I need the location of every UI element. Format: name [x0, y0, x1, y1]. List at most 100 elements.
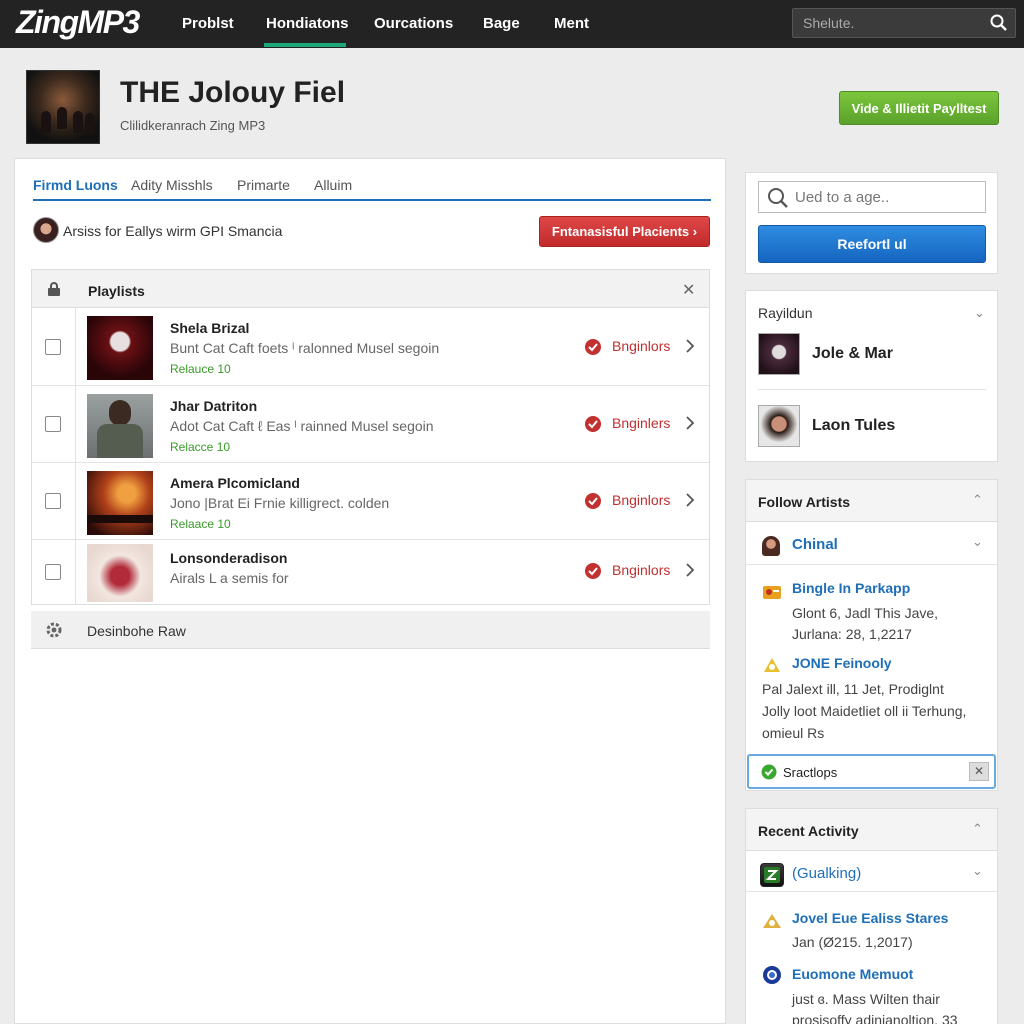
playlists-box: Playlists ✕ Shela Brizal Bunt Cat Caft f… — [31, 269, 710, 605]
avatar — [758, 405, 800, 447]
close-icon[interactable]: ✕ — [682, 280, 695, 300]
row-status-label: Bnginlers — [612, 415, 671, 431]
main-panel: Firmd Luons Adity Misshls Primarte Allui… — [14, 158, 726, 1024]
playlist-thumbnail — [87, 544, 153, 602]
add-playlist-button[interactable]: Vide & Illietit Paylltest — [839, 91, 999, 125]
chip-label: Sractlops — [783, 765, 838, 780]
nav-item-4[interactable]: Bage — [483, 15, 520, 32]
playlist-row[interactable]: Jhar Datriton Adot Cat Caft ℓ Eas ˡ rain… — [32, 386, 709, 463]
recent-item-line: Jan (Ø215. 1,2017) — [792, 934, 913, 950]
chevron-down-icon[interactable]: ⌄ — [972, 863, 983, 879]
follow-item-title[interactable]: JONE Feinooly — [792, 655, 892, 671]
row-checkbox[interactable] — [45, 493, 61, 509]
chevron-up-icon[interactable]: ⌃ — [972, 492, 983, 508]
checkbox-column — [32, 386, 76, 462]
page-title: THE Jolouy Fiel — [120, 76, 346, 109]
follow-lead-label: Chinal — [792, 536, 838, 553]
top-search-input[interactable] — [803, 14, 983, 32]
recent-item-line: just ɞ. Mass Wilten thair — [792, 991, 940, 1007]
playlist-meta: Relaace 10 — [170, 517, 231, 531]
playlist-row[interactable]: Amera Plcomicland Jono |Brat Ei Frnie ki… — [32, 463, 709, 540]
chevron-down-icon[interactable]: ⌄ — [972, 534, 983, 550]
globe-icon — [762, 965, 782, 984]
artist-line-text: Arsiss for Eallys wirm GPI Smancia — [63, 223, 283, 239]
playlist-desc: Jono |Brat Ei Frnie killigrect. colden — [170, 495, 390, 511]
search-icon — [767, 187, 789, 214]
search-submit-button[interactable]: Reefortl ul — [758, 225, 986, 263]
playlist-title[interactable]: Amera Plcomicland — [170, 475, 300, 491]
nav-item-5[interactable]: Ment — [554, 15, 589, 32]
row-status-label: Bnginlors — [612, 492, 671, 508]
chevron-up-icon[interactable]: ⌃ — [972, 821, 983, 837]
app-icon — [760, 863, 784, 887]
row-status-label: Bnginlors — [612, 338, 671, 354]
nav-item-2[interactable]: Hondiatons — [266, 15, 349, 32]
recent-lead-label: (Gualking) — [792, 865, 862, 882]
tab-1[interactable]: Firmd Luons — [33, 177, 118, 193]
avatar — [758, 333, 800, 375]
recent-item-title[interactable]: Euomone Memuot — [792, 966, 913, 982]
playlist-title[interactable]: Shela Brizal — [170, 320, 249, 336]
status-dot-icon — [584, 338, 602, 359]
close-icon[interactable]: ✕ — [969, 762, 989, 781]
person-item[interactable]: Jole & Mar — [758, 333, 986, 377]
chevron-right-icon[interactable] — [684, 492, 696, 513]
news-icon — [762, 911, 782, 929]
nav-item-3[interactable]: Ourcations — [374, 15, 453, 32]
status-dot-icon — [584, 415, 602, 436]
search-icon[interactable] — [989, 13, 1009, 38]
gear-icon — [45, 621, 63, 644]
follow-item-line: Jurlana: 28, 1,2217 — [792, 626, 912, 642]
playlist-title[interactable]: Jhar Datriton — [170, 398, 257, 414]
row-checkbox[interactable] — [45, 564, 61, 580]
tab-4[interactable]: Alluim — [314, 177, 352, 193]
playlist-thumbnail — [87, 394, 153, 458]
tab-bar: Firmd Luons Adity Misshls Primarte Allui… — [33, 175, 711, 201]
playlist-row[interactable]: Shela Brizal Bunt Cat Caft foets ˡ ralon… — [32, 308, 709, 386]
lock-icon — [46, 281, 62, 302]
checkbox-column — [32, 540, 76, 604]
status-dot-icon — [584, 492, 602, 513]
status-dot-icon — [584, 562, 602, 583]
recent-activity-title: Recent Activity — [758, 823, 859, 839]
selected-chip[interactable]: Sractlops ✕ — [747, 754, 996, 789]
avatar — [33, 217, 59, 243]
checkbox-column — [32, 308, 76, 385]
tab-2[interactable]: Adity Misshls — [131, 177, 213, 193]
sidebar-search-card: Reefortl ul — [745, 172, 998, 274]
follow-lead-item[interactable]: Chinal — [758, 536, 986, 556]
rayildun-title: Rayildun — [758, 305, 813, 321]
follow-item-line: Pal Jalext ill, 11 Jet, Prodiglnt — [762, 681, 944, 697]
recent-activity-header: Recent Activity ⌃ — [746, 809, 997, 851]
playlist-row[interactable]: Lonsonderadison Airals L a semis for Bng… — [32, 540, 709, 604]
app-logo[interactable]: ZingMP3 — [16, 4, 140, 41]
nav-item-1[interactable]: Problst — [182, 15, 234, 32]
artist-line: Arsiss for Eallys wirm GPI Smancia — [33, 217, 533, 245]
chevron-down-icon[interactable]: ⌄ — [974, 305, 985, 321]
recent-item-line: prosisoffy adinianoltion, 33 — [792, 1012, 958, 1024]
describe-bar[interactable]: Desinbohe Raw — [31, 611, 710, 649]
chevron-right-icon[interactable] — [684, 338, 696, 359]
recent-item-title[interactable]: Jovel Eue Ealiss Stares — [792, 910, 948, 926]
playlists-title: Playlists — [88, 283, 145, 299]
row-checkbox[interactable] — [45, 416, 61, 432]
album-art — [26, 70, 100, 144]
person-item[interactable]: Laon Tules — [758, 405, 986, 449]
recent-lead-item[interactable]: (Gualking) — [758, 863, 978, 887]
playlist-title[interactable]: Lonsonderadison — [170, 550, 287, 566]
chevron-right-icon[interactable] — [684, 562, 696, 583]
follow-item-title[interactable]: Bingle In Parkapp — [792, 580, 910, 596]
chevron-right-icon[interactable] — [684, 415, 696, 436]
avatar — [762, 536, 780, 556]
row-checkbox[interactable] — [45, 339, 61, 355]
playlists-header: Playlists ✕ — [32, 270, 709, 308]
tab-3[interactable]: Primarte — [237, 177, 290, 193]
sidebar-search-input[interactable] — [795, 188, 975, 206]
news-icon — [762, 582, 782, 600]
playlist-thumbnail — [87, 471, 153, 535]
featured-placements-button[interactable]: Fntanasisful Placients › — [539, 216, 710, 247]
playlist-meta: Relacce 10 — [170, 440, 231, 454]
check-icon — [761, 764, 777, 785]
playlist-desc: Airals L a semis for — [170, 570, 289, 586]
playlist-meta: Relauce 10 — [170, 362, 231, 376]
